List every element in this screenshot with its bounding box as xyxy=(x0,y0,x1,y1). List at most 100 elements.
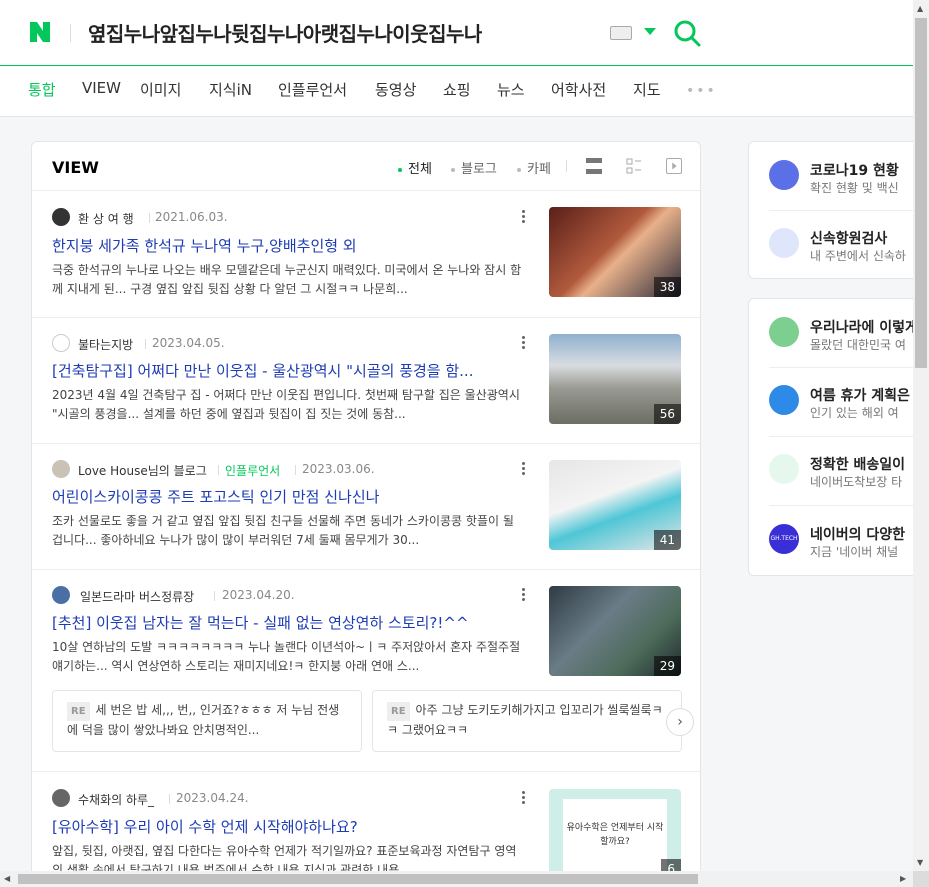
author-name[interactable]: 불타는지방 xyxy=(78,336,133,353)
view-item: 불타는지방 2023.04.05. [건축탐구집] 어쩌다 만난 이웃집 - 울… xyxy=(32,318,700,444)
scroll-left-icon[interactable]: ◀ xyxy=(4,874,10,883)
scroll-down-icon[interactable]: ▼ xyxy=(917,858,923,867)
video-view-icon[interactable] xyxy=(666,158,682,174)
post-date: 2021.06.03. xyxy=(155,210,228,224)
naver-logo[interactable] xyxy=(28,20,52,44)
side-item-title: 네이버의 다양한 xyxy=(810,527,906,543)
post-snippet[interactable]: 극중 한석규의 누나로 나오는 배우 모델같은데 누군신지 매력있다. 미국에서… xyxy=(52,261,524,299)
post-title[interactable]: [건축탐구집] 어쩌다 만난 이웃집 - 울산광역시 "시골의 풍경을 함... xyxy=(52,360,532,381)
header-divider xyxy=(70,24,71,42)
side-item-title: 신속항원검사 xyxy=(810,231,888,247)
reply-preview[interactable]: RE 세 번은 밥 세,,, 번,, 인거죠?ㅎㅎㅎ 저 누님 전생에 덕을 많이… xyxy=(52,690,362,752)
next-reply-button[interactable]: › xyxy=(666,708,694,736)
post-thumbnail[interactable]: 29 xyxy=(549,586,681,676)
side-item-title: 여름 휴가 계획은 xyxy=(810,388,910,404)
side-item-subtitle: 네이버도착보장 타 xyxy=(810,475,903,489)
search-tabs: 통합 VIEW 이미지 지식iN 인플루언서 동영상 쇼핑 뉴스 어학사전 지도… xyxy=(0,67,913,117)
meta-divider xyxy=(169,794,170,804)
tab-image[interactable]: 이미지 xyxy=(140,79,181,100)
post-snippet[interactable]: 10살 연하남의 도발 ㅋㅋㅋㅋㅋㅋㅋㅋ 누나 놀랜다 이년석아~ㅣㅋ 주저앉아… xyxy=(52,638,524,676)
more-options-icon[interactable] xyxy=(522,588,526,603)
tech-logo-icon: GH.TECH xyxy=(769,524,799,554)
image-count: 29 xyxy=(653,656,681,676)
post-thumbnail[interactable]: 38 xyxy=(549,207,681,297)
influencer-badge[interactable]: 인플루언서 xyxy=(225,462,280,479)
post-title[interactable]: 어린이스카이콩콩 주트 포고스틱 인기 만점 신나신나 xyxy=(52,486,532,507)
post-snippet[interactable]: 2023년 4월 4일 건축탐구 집 - 어쩌다 만난 이웃집 편입니다. 첫번… xyxy=(52,386,524,424)
card-view-icon[interactable] xyxy=(626,158,642,174)
reply-preview[interactable]: RE 아주 그냥 도키도키해가지고 입꼬리가 씰룩씰룩ㅋㅋ 그랬어요ㅋㅋ xyxy=(372,690,682,752)
filter-blog[interactable]: 블로그 xyxy=(451,158,497,177)
horizontal-scrollbar[interactable]: ◀ ▶ xyxy=(0,871,913,887)
avatar[interactable] xyxy=(52,334,70,352)
avatar[interactable] xyxy=(52,460,70,478)
author-name[interactable]: 수채화의 하루_ xyxy=(78,791,154,808)
tab-video[interactable]: 동영상 xyxy=(375,79,416,100)
view-section: VIEW 전체 블로그 카페 환 상 여 행 2021.06.03. 한지붕 세… xyxy=(31,141,701,887)
side-item-subtitle: 내 주변에서 신속하 xyxy=(810,249,906,263)
reply-tag: RE xyxy=(387,702,410,721)
more-options-icon[interactable] xyxy=(522,462,526,477)
search-header: 옆집누나앞집누나뒷집누나아랫집누나이웃집누나 xyxy=(0,0,913,66)
side-item-subtitle: 확진 현황 및 백신 xyxy=(810,181,899,195)
filter-all[interactable]: 전체 xyxy=(398,158,432,177)
filter-cafe[interactable]: 카페 xyxy=(517,158,551,177)
filter-blog-label: 블로그 xyxy=(461,162,497,177)
author-name[interactable]: 환 상 여 행 xyxy=(78,210,134,227)
scroll-up-icon[interactable]: ▲ xyxy=(917,4,923,13)
avatar[interactable] xyxy=(52,586,70,604)
more-options-icon[interactable] xyxy=(522,336,526,351)
view-item: Love House님의 블로그 인플루언서 2023.03.06. 어린이스카… xyxy=(32,444,700,570)
tab-more-button[interactable]: ••• xyxy=(686,83,717,99)
tab-dictionary[interactable]: 어학사전 xyxy=(551,79,606,100)
meta-divider xyxy=(214,591,215,601)
side-item-title: 정확한 배송일이 xyxy=(810,457,906,473)
side-card-promotions: 우리나라에 이렇게 몰랐던 대한민국 여 여름 휴가 계획은 인기 있는 해외 … xyxy=(748,298,918,576)
autocomplete-toggle-icon[interactable] xyxy=(644,28,656,35)
tab-all[interactable]: 통합 xyxy=(28,79,56,100)
scrollbar-corner xyxy=(913,871,929,887)
reply-text: 세 번은 밥 세,,, 번,, 인거죠?ㅎㅎㅎ 저 누님 전생에 덕을 많이 쌓… xyxy=(67,703,340,737)
reply-tag: RE xyxy=(67,702,90,721)
avatar[interactable] xyxy=(52,208,70,226)
filter-dot-icon xyxy=(517,167,521,172)
keyboard-icon[interactable] xyxy=(610,26,632,40)
author-name[interactable]: Love House님의 블로그 xyxy=(78,462,207,479)
post-thumbnail[interactable]: 41 xyxy=(549,460,681,550)
tab-shopping[interactable]: 쇼핑 xyxy=(443,79,471,100)
tab-view[interactable]: VIEW xyxy=(82,79,121,97)
vertical-scrollbar[interactable]: ▲ ▼ xyxy=(913,0,929,871)
side-divider xyxy=(769,210,917,211)
filter-dot-icon xyxy=(451,167,455,172)
filter-dot-icon xyxy=(398,167,402,172)
post-date: 2023.04.20. xyxy=(222,588,295,602)
post-thumbnail[interactable]: 유아수학은 언제부터 시작할까요? 6 xyxy=(549,789,681,879)
side-item-title: 우리나라에 이렇게 xyxy=(810,320,918,336)
side-item-subtitle: 지금 '네이버 채널 xyxy=(810,545,899,559)
tab-news[interactable]: 뉴스 xyxy=(497,79,525,100)
search-query-input[interactable]: 옆집누나앞집누나뒷집누나아랫집누나이웃집누나 xyxy=(88,18,482,47)
list-view-icon[interactable] xyxy=(586,158,602,174)
post-date: 2023.04.24. xyxy=(176,791,249,805)
tab-map[interactable]: 지도 xyxy=(633,79,661,100)
post-title[interactable]: [유아수학] 우리 아이 수학 언제 시작해야하나요? xyxy=(52,816,532,837)
horizontal-scroll-thumb[interactable] xyxy=(18,874,698,884)
more-options-icon[interactable] xyxy=(522,210,526,225)
post-date: 2023.03.06. xyxy=(302,462,375,476)
post-thumbnail[interactable]: 56 xyxy=(549,334,681,424)
tab-influencer[interactable]: 인플루언서 xyxy=(278,79,347,100)
vertical-scroll-thumb[interactable] xyxy=(915,18,927,368)
avatar[interactable] xyxy=(52,789,70,807)
search-icon[interactable] xyxy=(672,18,702,48)
more-options-icon[interactable] xyxy=(522,791,526,806)
scroll-right-icon[interactable]: ▶ xyxy=(900,874,906,883)
airplane-icon xyxy=(769,385,799,415)
post-snippet[interactable]: 조카 선물로도 좋을 거 같고 옆집 앞집 뒷집 친구들 선물해 주면 동네가 … xyxy=(52,512,524,550)
view-section-title: VIEW xyxy=(52,158,99,177)
post-title[interactable]: [추천] 이웃집 남자는 잘 먹는다 - 실패 없는 연상연하 스토리?!^^ xyxy=(52,612,532,633)
side-item-subtitle: 몰랐던 대한민국 여 xyxy=(810,338,906,352)
post-title[interactable]: 한지붕 세가족 한석규 누나역 누구,양배추인형 외 xyxy=(52,235,532,256)
author-name[interactable]: 일본드라마 버스정류장 xyxy=(80,588,194,605)
tab-kin[interactable]: 지식iN xyxy=(209,79,252,100)
virus-icon xyxy=(769,160,799,190)
